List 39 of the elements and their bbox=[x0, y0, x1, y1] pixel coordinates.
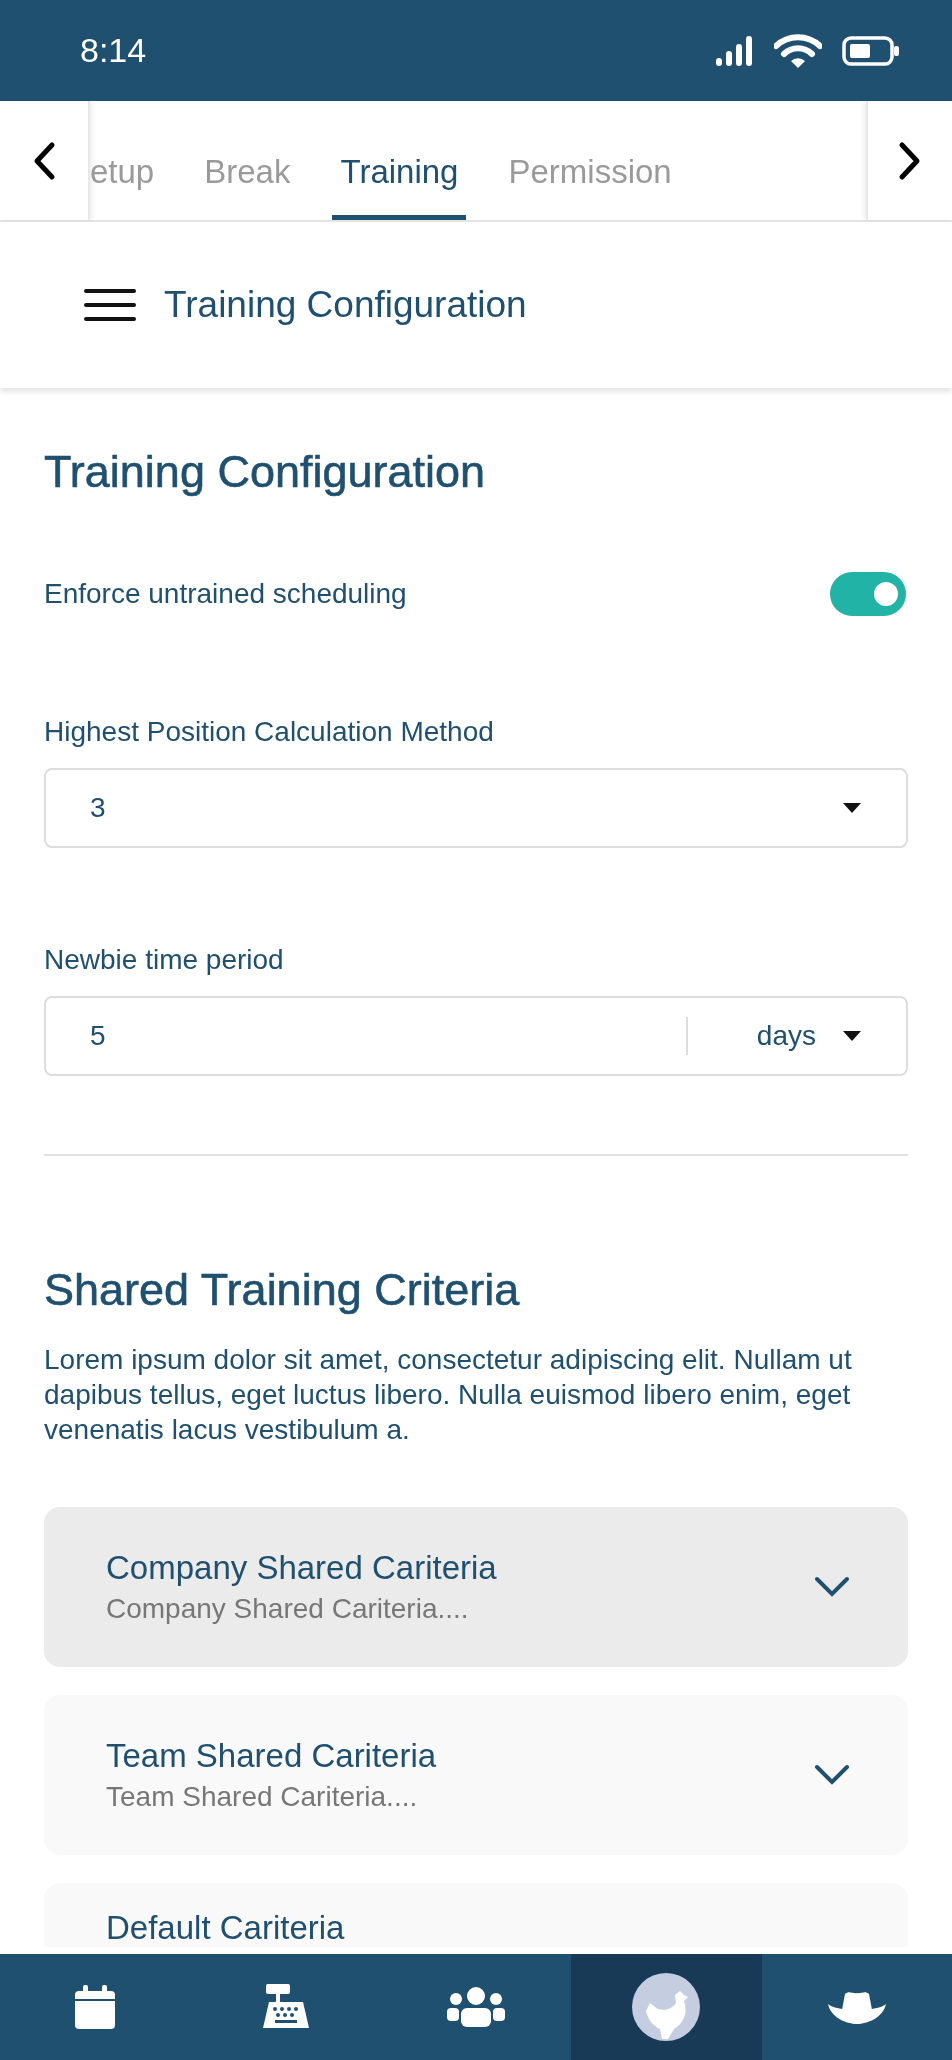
chevron-left-icon bbox=[32, 140, 56, 181]
field-label: Highest Position Calculation Method bbox=[44, 716, 495, 748]
accordion-title: Company Shared Cariteria bbox=[106, 1549, 497, 1587]
accordion-title: Default Cariteria bbox=[106, 1909, 345, 1947]
field-label: Newbie time period bbox=[44, 944, 285, 976]
accordion-subtitle: Company Shared Cariteria.... bbox=[106, 1593, 470, 1625]
menu-icon[interactable] bbox=[84, 288, 136, 322]
unit-select[interactable]: days bbox=[686, 1017, 906, 1055]
toggle-label: Enforce untrained scheduling bbox=[44, 578, 407, 610]
section-title: Training Configuration bbox=[44, 446, 487, 498]
caret-icon bbox=[842, 802, 862, 814]
cash-register-icon bbox=[262, 1984, 309, 2030]
accordion-item[interactable]: Company Shared Cariteria Company Shared Cariteria.... bbox=[44, 1507, 908, 1667]
accordion-subtitle: Team Shared Cariteria.... bbox=[106, 1781, 419, 1813]
battery-icon bbox=[842, 35, 900, 66]
nav-tab[interactable] bbox=[571, 1954, 762, 2060]
caret-icon bbox=[842, 1030, 862, 1042]
tab[interactable]: Training bbox=[332, 101, 467, 220]
chevron-down-icon bbox=[814, 1576, 850, 1598]
toggle-switch[interactable] bbox=[830, 572, 906, 616]
signal-icon bbox=[714, 35, 754, 66]
accordion-item[interactable]: Default Cariteria bbox=[44, 1883, 908, 1947]
status-time: 8:14 bbox=[80, 31, 147, 70]
hen-avatar-icon bbox=[632, 1973, 701, 2041]
chevron-right-icon bbox=[898, 140, 922, 181]
next-tab-button[interactable] bbox=[866, 101, 952, 220]
accordion-title: Team Shared Cariteria bbox=[106, 1737, 437, 1775]
section-title: Shared Training Criteria bbox=[44, 1264, 521, 1316]
section-description: Lorem ipsum dolor sit amet, consectetur adipiscing elit. Nullam ut dapibus tellus, eget luctus libero. Nulla euismod libero enim, eget venenatis lacus vestibulum a. bbox=[44, 1343, 853, 1447]
wifi-icon bbox=[774, 33, 822, 68]
select-field[interactable]: 3 bbox=[44, 768, 908, 848]
previous-tab-button[interactable] bbox=[0, 101, 90, 220]
accordion-item[interactable]: Team Shared Cariteria Team Shared Cariteria.... bbox=[44, 1695, 908, 1855]
chevron-down-icon bbox=[814, 1764, 850, 1786]
number-input-field[interactable]: 5 bbox=[46, 1020, 686, 1052]
header-title: Training Configuration bbox=[164, 284, 527, 326]
cowboy-hat-icon bbox=[826, 1990, 887, 2024]
people-icon bbox=[447, 1987, 505, 2027]
calendar-icon bbox=[75, 1985, 116, 2029]
